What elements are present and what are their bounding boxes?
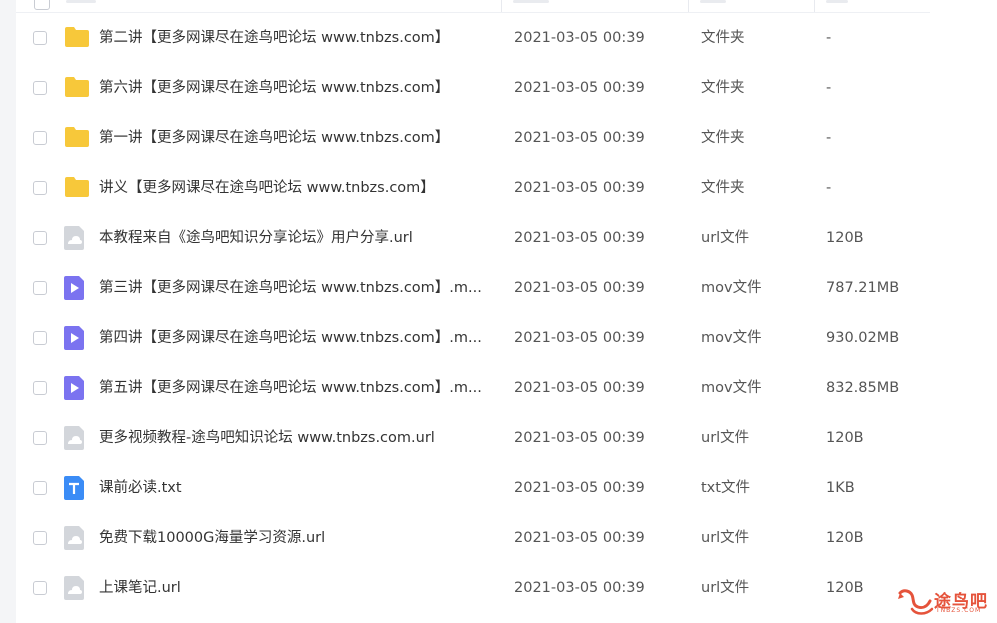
row-checkbox[interactable] [33,481,47,495]
header-divider[interactable] [814,0,815,12]
row-checkbox[interactable] [33,181,47,195]
file-name[interactable]: 免费下载10000G海量学习资源.url [99,528,499,548]
watermark-subtext: TNBZS.COM [936,607,982,614]
video-file-icon [64,326,86,350]
url-file-icon [64,226,86,250]
modified-date: 2021-03-05 00:39 [514,80,645,96]
row-checkbox[interactable] [33,331,47,345]
file-size: 120B [826,230,864,246]
file-row[interactable]: 免费下载10000G海量学习资源.url 2021-03-05 00:39 url文… [16,513,930,563]
file-type: url文件 [701,530,750,546]
url-file-icon [64,526,86,550]
file-type: url文件 [701,580,750,596]
file-name[interactable]: 课前必读.txt [99,478,499,498]
folder-icon [64,76,89,98]
file-type: txt文件 [701,480,750,496]
header-placeholder-size [826,0,848,3]
modified-date: 2021-03-05 00:39 [514,130,645,146]
file-row[interactable]: 第三讲【更多网课尽在途鸟吧论坛 www.tnbzs.com】.m... 2021-… [16,263,930,313]
header-placeholder-name [66,0,96,3]
file-name[interactable]: 第四讲【更多网课尽在途鸟吧论坛 www.tnbzs.com】.m... [99,328,499,348]
header-placeholder-type [700,0,726,3]
file-type: 文件夹 [701,80,745,96]
row-checkbox[interactable] [33,531,47,545]
modified-date: 2021-03-05 00:39 [514,330,645,346]
left-gutter [0,0,16,623]
file-type: url文件 [701,430,750,446]
file-name[interactable]: 第二讲【更多网课尽在途鸟吧论坛 www.tnbzs.com】 [99,28,499,48]
file-row[interactable]: 第五讲【更多网课尽在途鸟吧论坛 www.tnbzs.com】.m... 2021-… [16,363,930,413]
file-type: 文件夹 [701,180,745,196]
modified-date: 2021-03-05 00:39 [514,530,645,546]
file-name[interactable]: 第五讲【更多网课尽在途鸟吧论坛 www.tnbzs.com】.m... [99,378,499,398]
file-type: 文件夹 [701,30,745,46]
modified-date: 2021-03-05 00:39 [514,280,645,296]
file-size: - [826,130,832,146]
row-checkbox[interactable] [33,381,47,395]
file-type: mov文件 [701,330,762,346]
modified-date: 2021-03-05 00:39 [514,30,645,46]
row-checkbox[interactable] [33,281,47,295]
row-checkbox[interactable] [33,81,47,95]
url-file-icon [64,426,86,450]
file-name[interactable]: 第三讲【更多网课尽在途鸟吧论坛 www.tnbzs.com】.m... [99,278,499,298]
row-checkbox[interactable] [33,431,47,445]
file-size: 120B [826,430,864,446]
row-checkbox[interactable] [33,31,47,45]
modified-date: 2021-03-05 00:39 [514,180,645,196]
file-type: mov文件 [701,380,762,396]
file-name[interactable]: 第一讲【更多网课尽在途鸟吧论坛 www.tnbzs.com】 [99,128,499,148]
modified-date: 2021-03-05 00:39 [514,430,645,446]
modified-date: 2021-03-05 00:39 [514,230,645,246]
file-row[interactable]: 第六讲【更多网课尽在途鸟吧论坛 www.tnbzs.com】 2021-03-05… [16,63,930,113]
row-checkbox[interactable] [33,231,47,245]
file-row[interactable]: 上课笔记.url 2021-03-05 00:39 url文件 120B [16,563,930,613]
file-name[interactable]: 讲义【更多网课尽在途鸟吧论坛 www.tnbzs.com】 [99,178,499,198]
file-row[interactable]: 更多视频教程-途鸟吧知识论坛 www.tnbzs.com.url 2021-03-… [16,413,930,463]
file-name[interactable]: 更多视频教程-途鸟吧知识论坛 www.tnbzs.com.url [99,428,499,448]
file-type: url文件 [701,230,750,246]
url-file-icon [64,576,86,600]
file-size: - [826,80,832,96]
row-checkbox[interactable] [33,581,47,595]
file-size: 930.02MB [826,330,900,346]
video-file-icon [64,276,86,300]
header-divider[interactable] [501,0,502,12]
watermark-logo: 途鸟吧 TNBZS.COM [896,585,990,617]
file-row[interactable]: 课前必读.txt 2021-03-05 00:39 txt文件 1KB [16,463,930,513]
row-checkbox[interactable] [33,131,47,145]
folder-icon [64,126,89,148]
text-file-icon [64,476,86,500]
file-row[interactable]: 本教程来自《途鸟吧知识分享论坛》用户分享.url 2021-03-05 00:39… [16,213,930,263]
modified-date: 2021-03-05 00:39 [514,480,645,496]
folder-icon [64,26,89,48]
file-name[interactable]: 第六讲【更多网课尽在途鸟吧论坛 www.tnbzs.com】 [99,78,499,98]
right-gutter [930,0,997,623]
file-name[interactable]: 本教程来自《途鸟吧知识分享论坛》用户分享.url [99,228,499,248]
file-name[interactable]: 上课笔记.url [99,578,499,598]
header-placeholder-date [513,0,549,3]
file-size: 1KB [826,480,855,496]
modified-date: 2021-03-05 00:39 [514,580,645,596]
file-size: 120B [826,530,864,546]
video-file-icon [64,376,86,400]
bird-logo-icon [898,589,934,615]
file-row[interactable]: 第四讲【更多网课尽在途鸟吧论坛 www.tnbzs.com】.m... 2021-… [16,313,930,363]
file-size: 832.85MB [826,380,900,396]
file-size: - [826,30,832,46]
file-size: 120B [826,580,864,596]
column-header-strip [16,0,930,13]
modified-date: 2021-03-05 00:39 [514,380,645,396]
select-all-checkbox[interactable] [34,0,50,10]
file-row[interactable]: 第一讲【更多网课尽在途鸟吧论坛 www.tnbzs.com】 2021-03-05… [16,113,930,163]
file-type: 文件夹 [701,130,745,146]
file-row[interactable]: 第二讲【更多网课尽在途鸟吧论坛 www.tnbzs.com】 2021-03-05… [16,13,930,63]
file-row[interactable]: 讲义【更多网课尽在途鸟吧论坛 www.tnbzs.com】 2021-03-05 … [16,163,930,213]
file-size: 787.21MB [826,280,900,296]
header-divider[interactable] [688,0,689,12]
file-size: - [826,180,832,196]
file-type: mov文件 [701,280,762,296]
folder-icon [64,176,89,198]
